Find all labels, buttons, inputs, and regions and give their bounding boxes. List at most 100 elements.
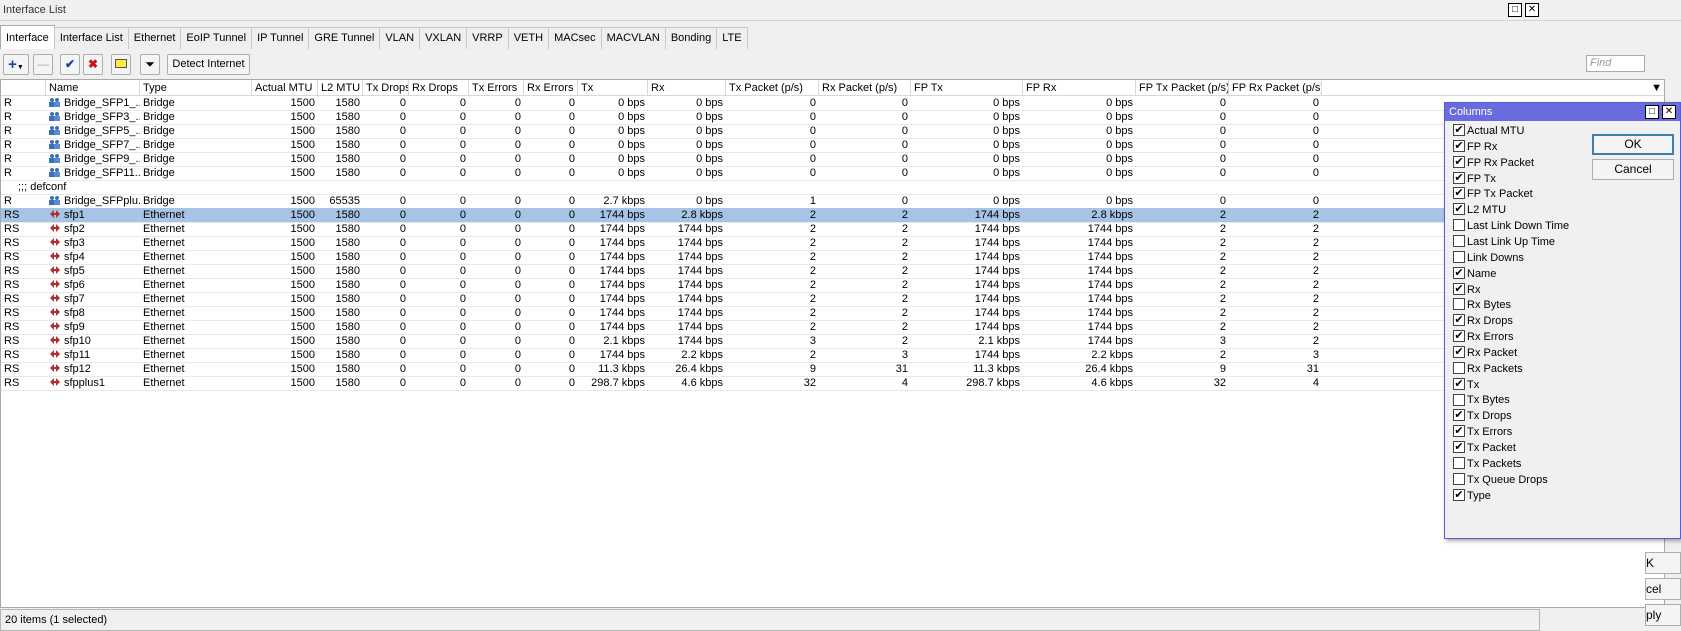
- column-header-rx[interactable]: Rx: [648, 80, 726, 96]
- checkbox[interactable]: ✔: [1453, 441, 1465, 454]
- column-header-fp-tx-packet-p-s[interactable]: FP Tx Packet (p/s): [1136, 80, 1229, 96]
- column-option-actual-mtu[interactable]: ✔ Actual MTU: [1453, 123, 1524, 139]
- checkbox[interactable]: [1453, 456, 1465, 469]
- tab-ip-tunnel[interactable]: IP Tunnel: [251, 27, 310, 49]
- table-row[interactable]: RS sfp2 Ethernet 1500 1580 0 0 0 0 1744 bps 1744 b…: [1, 222, 1664, 237]
- maximize-button[interactable]: □: [1508, 3, 1522, 17]
- checkbox[interactable]: ✔: [1453, 425, 1465, 438]
- close-button[interactable]: ✕: [1525, 3, 1539, 17]
- column-menu-dropdown-icon[interactable]: ▼: [1322, 80, 1664, 96]
- checkbox[interactable]: ✔: [1453, 345, 1465, 358]
- column-header-type[interactable]: Type: [140, 80, 252, 96]
- checkbox[interactable]: ✔: [1453, 377, 1465, 390]
- tab-interface[interactable]: Interface: [0, 25, 55, 49]
- column-header-fp-tx[interactable]: FP Tx: [911, 80, 1023, 96]
- table-row[interactable]: R Bridge_SFPplu... Bridge 1500 65535 0 0 0 0 2.7 …: [1, 194, 1664, 209]
- column-header-tx[interactable]: Tx: [578, 80, 648, 96]
- disable-button[interactable]: ✖: [83, 54, 103, 75]
- tab-veth[interactable]: VETH: [507, 27, 550, 49]
- comment-button[interactable]: [111, 54, 131, 75]
- comment-row[interactable]: ;;; defconf: [1, 180, 1664, 195]
- cancel-button[interactable]: Cancel: [1592, 159, 1674, 180]
- column-header-rx-packet-p-s[interactable]: Rx Packet (p/s): [819, 80, 911, 96]
- checkbox[interactable]: [1453, 235, 1465, 248]
- column-option-tx[interactable]: ✔ Tx: [1453, 377, 1479, 393]
- table-row[interactable]: RS sfp7 Ethernet 1500 1580 0 0 0 0 1744 bps 1744 b…: [1, 292, 1664, 307]
- table-row[interactable]: R Bridge_SFP7_... Bridge 1500 1580 0 0 0 0 0 bps 0…: [1, 138, 1664, 153]
- table-row[interactable]: RS sfp5 Ethernet 1500 1580 0 0 0 0 1744 bps 1744 b…: [1, 264, 1664, 279]
- ok-button[interactable]: OK: [1592, 134, 1674, 155]
- bg-cancel-button[interactable]: cel: [1645, 578, 1681, 600]
- checkbox[interactable]: ✔: [1453, 139, 1465, 152]
- column-option-tx-packet[interactable]: ✔ Tx Packet: [1453, 440, 1516, 456]
- column-option-fp-rx-packet[interactable]: ✔ FP Rx Packet: [1453, 155, 1534, 171]
- tab-bonding[interactable]: Bonding: [664, 27, 718, 49]
- dialog-maximize-button[interactable]: □: [1645, 105, 1659, 119]
- checkbox[interactable]: [1453, 298, 1465, 311]
- column-option-fp-tx-packet[interactable]: ✔ FP Tx Packet: [1453, 186, 1533, 202]
- table-row[interactable]: R Bridge_SFP1_... Bridge 1500 1580 0 0 0 0 0 bps 0…: [1, 96, 1664, 111]
- tab-vrrp[interactable]: VRRP: [466, 27, 509, 49]
- tab-macsec[interactable]: MACsec: [548, 27, 602, 49]
- checkbox[interactable]: ✔: [1453, 155, 1465, 168]
- table-row[interactable]: RS sfp3 Ethernet 1500 1580 0 0 0 0 1744 bps 1744 b…: [1, 236, 1664, 251]
- column-option-rx-packet[interactable]: ✔ Rx Packet: [1453, 345, 1517, 361]
- column-option-rx-packets[interactable]: Rx Packets: [1453, 361, 1523, 377]
- checkbox[interactable]: ✔: [1453, 187, 1465, 200]
- column-header-fp-rx[interactable]: FP Rx: [1023, 80, 1136, 96]
- table-row[interactable]: R Bridge_SFP9_... Bridge 1500 1580 0 0 0 0 0 bps 0…: [1, 152, 1664, 167]
- checkbox[interactable]: ✔: [1453, 409, 1465, 422]
- checkbox[interactable]: ✔: [1453, 314, 1465, 327]
- table-row[interactable]: RS sfp6 Ethernet 1500 1580 0 0 0 0 1744 bps 1744 b…: [1, 278, 1664, 293]
- table-row[interactable]: R Bridge_SFP5_... Bridge 1500 1580 0 0 0 0 0 bps 0…: [1, 124, 1664, 139]
- column-header-tx-drops[interactable]: Tx Drops: [363, 80, 409, 96]
- table-row[interactable]: RS sfp1 Ethernet 1500 1580 0 0 0 0 1744 bps 2.8 kb…: [1, 208, 1664, 223]
- column-option-rx-errors[interactable]: ✔ Rx Errors: [1453, 329, 1513, 345]
- column-header-fp-rx-packet-p-s[interactable]: FP Rx Packet (p/s): [1229, 80, 1322, 96]
- column-header-rx-drops[interactable]: Rx Drops: [409, 80, 469, 96]
- column-header-tx-errors[interactable]: Tx Errors: [469, 80, 524, 96]
- column-option-tx-queue-drops[interactable]: Tx Queue Drops: [1453, 472, 1548, 488]
- checkbox[interactable]: ✔: [1453, 330, 1465, 343]
- column-option-type[interactable]: ✔ Type: [1453, 488, 1491, 504]
- column-option-last-link-down-time[interactable]: Last Link Down Time: [1453, 218, 1569, 234]
- table-row[interactable]: RS sfp10 Ethernet 1500 1580 0 0 0 0 2.1 kbps 1744 …: [1, 334, 1664, 349]
- column-option-fp-rx[interactable]: ✔ FP Rx: [1453, 139, 1497, 155]
- column-option-last-link-up-time[interactable]: Last Link Up Time: [1453, 234, 1555, 250]
- find-input[interactable]: Find: [1586, 55, 1645, 72]
- table-row[interactable]: RS sfp12 Ethernet 1500 1580 0 0 0 0 11.3 kbps 26.4…: [1, 362, 1664, 377]
- checkbox[interactable]: ✔: [1453, 171, 1465, 184]
- column-option-rx[interactable]: ✔ Rx: [1453, 282, 1480, 298]
- add-button[interactable]: +▼: [3, 54, 29, 75]
- tab-eoip-tunnel[interactable]: EoIP Tunnel: [180, 27, 253, 49]
- table-row[interactable]: RS sfp8 Ethernet 1500 1580 0 0 0 0 1744 bps 1744 b…: [1, 306, 1664, 321]
- checkbox[interactable]: [1453, 393, 1465, 406]
- dialog-close-button[interactable]: ✕: [1662, 105, 1676, 119]
- detect-internet-button[interactable]: Detect Internet: [167, 54, 250, 75]
- table-row[interactable]: RS sfpplus1 Ethernet 1500 1580 0 0 0 0 298.7 kbps…: [1, 376, 1664, 391]
- column-option-link-downs[interactable]: Link Downs: [1453, 250, 1524, 266]
- remove-button[interactable]: —: [33, 54, 53, 75]
- checkbox[interactable]: [1453, 250, 1465, 263]
- checkbox[interactable]: ✔: [1453, 124, 1465, 137]
- table-row[interactable]: RS sfp9 Ethernet 1500 1580 0 0 0 0 1744 bps 1744 b…: [1, 320, 1664, 335]
- checkbox[interactable]: ✔: [1453, 282, 1465, 295]
- column-header-actual-mtu[interactable]: Actual MTU: [252, 80, 318, 96]
- tab-ethernet[interactable]: Ethernet: [127, 27, 182, 49]
- column-header-tx-packet-p-s[interactable]: Tx Packet (p/s): [726, 80, 819, 96]
- column-header-l2-mtu[interactable]: L2 MTU: [318, 80, 363, 96]
- column-option-name[interactable]: ✔ Name: [1453, 266, 1496, 282]
- column-option-tx-packets[interactable]: Tx Packets: [1453, 456, 1521, 472]
- tab-vlan[interactable]: VLAN: [379, 27, 421, 49]
- checkbox[interactable]: ✔: [1453, 266, 1465, 279]
- column-header-flags[interactable]: [1, 80, 46, 96]
- column-option-tx-bytes[interactable]: Tx Bytes: [1453, 392, 1510, 408]
- column-option-fp-tx[interactable]: ✔ FP Tx: [1453, 171, 1496, 187]
- tab-vxlan[interactable]: VXLAN: [419, 27, 468, 49]
- column-option-tx-errors[interactable]: ✔ Tx Errors: [1453, 424, 1512, 440]
- column-header-name[interactable]: Name: [46, 80, 140, 96]
- column-option-rx-bytes[interactable]: Rx Bytes: [1453, 297, 1511, 313]
- table-row[interactable]: R Bridge_SFP11... Bridge 1500 1580 0 0 0 0 0 bps 0…: [1, 166, 1664, 181]
- tab-macvlan[interactable]: MACVLAN: [600, 27, 666, 49]
- column-option-l2-mtu[interactable]: ✔ L2 MTU: [1453, 202, 1506, 218]
